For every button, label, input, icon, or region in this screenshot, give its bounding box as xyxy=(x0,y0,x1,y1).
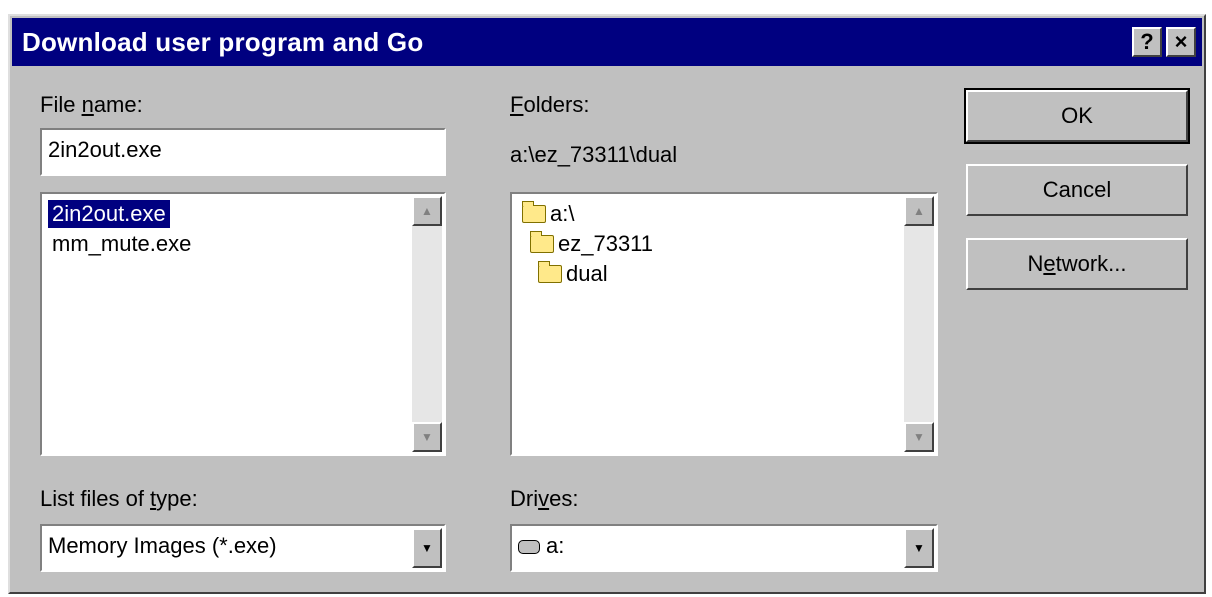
file-type-label: List files of type: xyxy=(40,486,198,511)
chevron-down-icon[interactable]: ▼ xyxy=(412,528,442,568)
drives-value: a: xyxy=(518,533,564,559)
scroll-up-icon[interactable]: ▲ xyxy=(412,196,442,226)
help-button[interactable]: ? xyxy=(1132,27,1162,57)
folder-item-ez73311[interactable]: ez_73311 xyxy=(530,230,653,258)
network-button[interactable]: Ne twork... xyxy=(966,238,1188,290)
file-type-value: Memory Images (*.exe) xyxy=(48,533,277,558)
title-bar[interactable]: Download user program and Go ? × xyxy=(12,18,1202,66)
file-name-label: File name: xyxy=(40,92,143,117)
dialog-window: Download user program and Go ? × File na… xyxy=(8,14,1206,594)
file-name-input-value: 2in2out.exe xyxy=(48,137,162,162)
folder-item-dual[interactable]: dual xyxy=(538,260,608,288)
folder-list-scrollbar[interactable]: ▲ ▼ xyxy=(904,196,934,452)
folder-list[interactable]: a:\ ez_73311 dual ▲ ▼ xyxy=(510,192,938,456)
scroll-down-icon[interactable]: ▼ xyxy=(412,422,442,452)
folders-label: Folders: xyxy=(510,92,590,117)
ok-button[interactable]: OK xyxy=(964,88,1190,144)
open-folder-icon xyxy=(538,261,562,283)
drives-select[interactable]: a: ▼ xyxy=(510,524,938,572)
folder-item-root[interactable]: a:\ xyxy=(522,200,574,228)
file-name-input[interactable]: 2in2out.exe xyxy=(40,128,446,176)
drives-label: Drives: xyxy=(510,486,579,511)
close-button[interactable]: × xyxy=(1166,27,1196,57)
open-folder-icon xyxy=(530,231,554,253)
open-folder-icon xyxy=(522,201,546,223)
file-type-select[interactable]: Memory Images (*.exe) ▼ xyxy=(40,524,446,572)
current-path: a:\ez_73311\dual xyxy=(510,142,678,167)
file-list-scrollbar[interactable]: ▲ ▼ xyxy=(412,196,442,452)
dialog-title: Download user program and Go xyxy=(22,27,424,57)
chevron-down-icon[interactable]: ▼ xyxy=(904,528,934,568)
drive-icon xyxy=(518,540,540,555)
scroll-down-icon[interactable]: ▼ xyxy=(904,422,934,452)
file-list[interactable]: 2in2out.exe mm_mute.exe ▲ ▼ xyxy=(40,192,446,456)
file-list-item[interactable]: mm_mute.exe xyxy=(48,230,195,258)
scroll-up-icon[interactable]: ▲ xyxy=(904,196,934,226)
file-list-item-selected[interactable]: 2in2out.exe xyxy=(48,200,170,228)
cancel-button[interactable]: Cancel xyxy=(966,164,1188,216)
